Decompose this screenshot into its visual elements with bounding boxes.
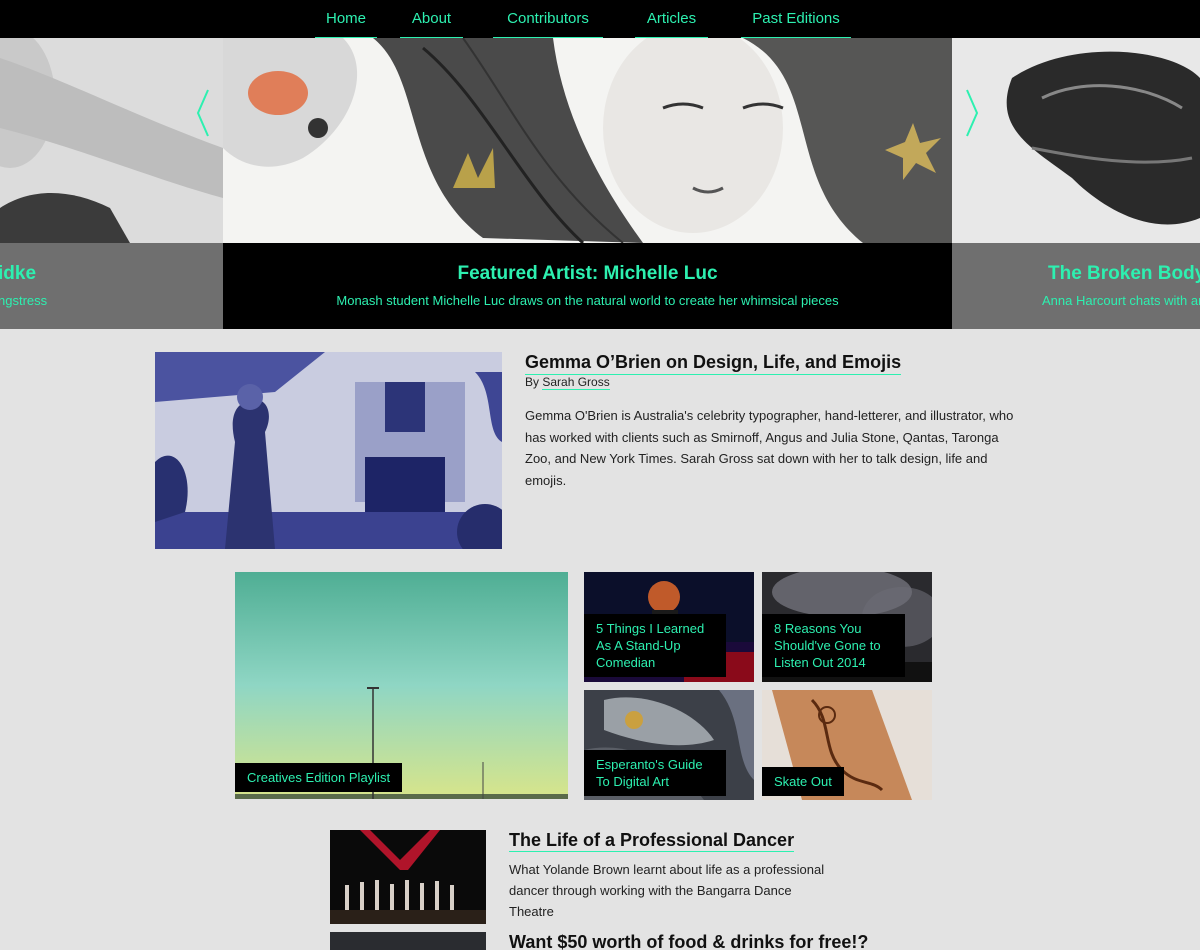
- top-nav: Home About Contributors Articles Past Ed…: [0, 0, 1200, 38]
- grid-tile-skate-out[interactable]: Skate Out: [762, 690, 932, 800]
- carousel-slide-current[interactable]: Featured Artist: Michelle Luc Monash stu…: [223, 38, 952, 329]
- slide-prev-image: [0, 38, 223, 243]
- nav-home[interactable]: Home: [315, 0, 377, 38]
- carousel-slide-prev[interactable]: idke ngstress: [0, 38, 223, 329]
- slide-prev-subtitle: ngstress: [0, 293, 48, 308]
- nav-past-editions[interactable]: Past Editions: [741, 0, 851, 38]
- list-item-dancer-excerpt: What Yolande Brown learnt about life as …: [509, 862, 825, 919]
- chevron-right-icon: [966, 89, 979, 137]
- featured-article-title[interactable]: Gemma O’Brien on Design, Life, and Emoji…: [525, 352, 902, 375]
- featured-article-byline: By Sarah Gross: [525, 375, 610, 390]
- tile-label-skate-out: Skate Out: [762, 767, 844, 796]
- slide-next-subtitle: Anna Harcourt chats with art: [1042, 293, 1200, 308]
- nav-articles[interactable]: Articles: [635, 0, 708, 38]
- chevron-left-icon: [196, 89, 209, 137]
- carousel-next-arrow[interactable]: [965, 88, 979, 138]
- dancer-image: [330, 830, 486, 924]
- slide-current-caption: Featured Artist: Michelle Luc Monash stu…: [223, 243, 952, 329]
- tile-label-comedian: 5 Things I Learned As A Stand-Up Comedia…: [584, 614, 726, 677]
- slide-prev-title: idke: [0, 263, 37, 284]
- grid-tile-listen-out[interactable]: 8 Reasons You Should've Gone to Listen O…: [762, 572, 932, 682]
- slide-next-image: [952, 38, 1200, 243]
- slide-current-image: [223, 38, 952, 245]
- featured-article-author[interactable]: Sarah Gross: [542, 375, 610, 390]
- nav-contributors[interactable]: Contributors: [493, 0, 603, 38]
- slide-prev-caption: idke ngstress: [0, 243, 223, 329]
- list-item-dancer-title[interactable]: The Life of a Professional Dancer: [509, 830, 795, 852]
- list-item-dancer-image[interactable]: [330, 830, 486, 924]
- slide-next-caption: The Broken Body: I Anna Harcourt chats w…: [952, 243, 1200, 329]
- carousel-slide-next[interactable]: The Broken Body: I Anna Harcourt chats w…: [952, 38, 1200, 329]
- slide-next-title: The Broken Body: I: [1048, 263, 1200, 284]
- byline-prefix: By: [525, 375, 540, 389]
- grid-tile-comedian[interactable]: 5 Things I Learned As A Stand-Up Comedia…: [584, 572, 754, 682]
- carousel-prev-arrow[interactable]: [196, 88, 210, 138]
- grid-tile-digital-art[interactable]: Esperanto's Guide To Digital Art: [584, 690, 754, 800]
- slide-current-subtitle: Monash student Michelle Luc draws on the…: [336, 293, 839, 308]
- slide-current-title[interactable]: Featured Artist: Michelle Luc: [223, 263, 952, 285]
- tile-label-listen-out: 8 Reasons You Should've Gone to Listen O…: [762, 614, 905, 677]
- featured-article-excerpt: Gemma O'Brien is Australia's celebrity t…: [525, 408, 1014, 488]
- list-item-food-title[interactable]: Want $50 worth of food & drinks for free…: [509, 932, 868, 950]
- tile-label-playlist: Creatives Edition Playlist: [235, 763, 403, 792]
- tile-label-digital-art: Esperanto's Guide To Digital Art: [584, 750, 726, 796]
- list-item-food-image[interactable]: [330, 932, 486, 950]
- featured-article-image[interactable]: [155, 352, 502, 549]
- nav-about[interactable]: About: [400, 0, 463, 38]
- grid-tile-playlist[interactable]: Creatives Edition Playlist: [235, 572, 568, 799]
